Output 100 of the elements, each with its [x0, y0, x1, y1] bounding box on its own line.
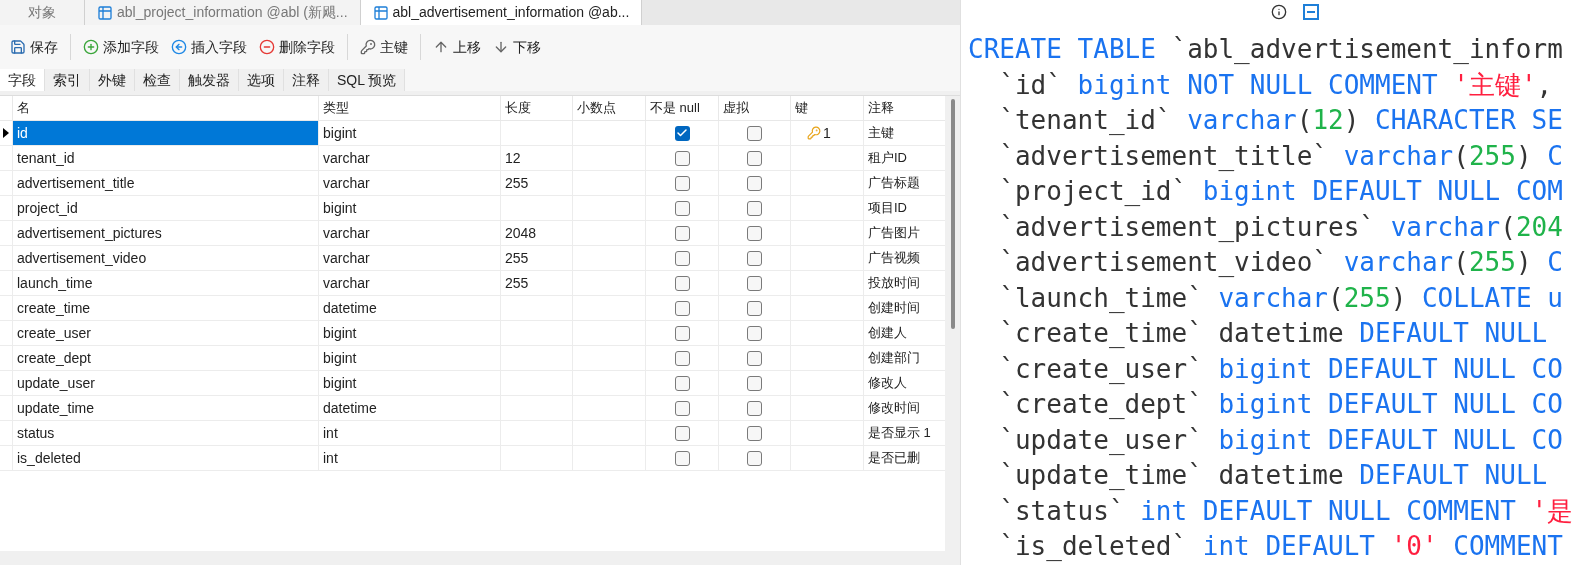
checkbox[interactable] — [747, 225, 762, 241]
column-header[interactable]: 小数点 — [572, 96, 645, 120]
table-cell[interactable]: project_id — [12, 196, 318, 220]
table-cell[interactable]: create_time — [12, 296, 318, 320]
table-cell-text: 12 — [505, 148, 521, 168]
table-cell: 广告图片 — [863, 221, 940, 245]
key-icon — [360, 39, 376, 55]
table-icon — [372, 4, 389, 21]
table-cell: 修改时间 — [863, 396, 940, 420]
table-cell: bigint — [318, 371, 500, 395]
table-cell-text: 255 — [505, 273, 529, 293]
table-cell[interactable]: create_dept — [12, 346, 318, 370]
checkbox[interactable] — [674, 300, 690, 316]
table-cell[interactable]: advertisement_title — [12, 171, 318, 195]
checkbox[interactable] — [747, 325, 762, 341]
checkbox[interactable] — [747, 150, 762, 166]
column-header[interactable]: 不是 null — [645, 96, 718, 120]
table-cell-text: 255 — [505, 248, 529, 268]
checkbox[interactable] — [747, 275, 762, 291]
toolbar-button[interactable]: 上移 — [427, 32, 487, 62]
table-cell[interactable]: is_deleted — [12, 446, 318, 470]
table-cell[interactable]: id — [12, 121, 318, 145]
checkbox[interactable] — [674, 125, 690, 141]
document-tab[interactable]: abl_advertisement_information @ab... — [360, 0, 643, 25]
toolbar-button[interactable]: 主键 — [354, 32, 414, 62]
table-cell: 是否已删 — [863, 446, 940, 470]
checkbox[interactable] — [674, 200, 690, 216]
document-tab[interactable]: abl_project_information @abl (新飓... — [85, 0, 361, 25]
table-cell[interactable]: update_user — [12, 371, 318, 395]
table-cell: 广告标题 — [863, 171, 940, 195]
checkbox[interactable] — [747, 425, 762, 441]
checkbox[interactable] — [747, 125, 762, 141]
checkbox[interactable] — [674, 325, 690, 341]
table-cell[interactable]: advertisement_video — [12, 246, 318, 270]
checkbox[interactable] — [747, 400, 762, 416]
tab[interactable]: 注释 — [284, 69, 329, 91]
checkbox[interactable] — [674, 350, 690, 366]
info-icon[interactable] — [1271, 4, 1287, 20]
table-cell: 修改人 — [863, 371, 940, 395]
document-tab[interactable]: 对象 — [0, 0, 85, 25]
tab[interactable]: 触发器 — [180, 69, 239, 91]
table-cell: datetime — [318, 396, 500, 420]
toolbar-button[interactable]: 插入字段 — [165, 32, 253, 62]
checkbox[interactable] — [747, 450, 762, 466]
column-header[interactable]: 虚拟 — [718, 96, 790, 120]
table-cell: 项目ID — [863, 196, 940, 220]
table-cell[interactable]: advertisement_pictures — [12, 221, 318, 245]
toolbar-button[interactable]: 保存 — [4, 32, 64, 62]
table-cell[interactable]: status — [12, 421, 318, 445]
tab[interactable]: 索引 — [45, 69, 90, 91]
checkbox[interactable] — [747, 300, 762, 316]
checkbox[interactable] — [674, 375, 690, 391]
tab[interactable]: SQL 预览 — [329, 69, 406, 91]
checkbox[interactable] — [674, 275, 690, 291]
table-cell: 是否显示 1 — [863, 421, 940, 445]
table-cell: int — [318, 446, 500, 470]
table-icon — [97, 4, 113, 21]
checkbox[interactable] — [674, 175, 690, 191]
table-cell: 创建时间 — [863, 296, 940, 320]
table-cell: 租户ID — [863, 146, 940, 170]
tab[interactable]: 检查 — [135, 69, 180, 91]
table-cell[interactable]: launch_time — [12, 271, 318, 295]
table-cell[interactable]: tenant_id — [12, 146, 318, 170]
column-header[interactable]: 键 — [790, 96, 863, 120]
column-header[interactable]: 注释 — [863, 96, 940, 120]
table-cell: varchar — [318, 271, 500, 295]
tab[interactable]: 字段 — [0, 69, 45, 91]
column-header[interactable]: 类型 — [318, 96, 500, 120]
checkbox[interactable] — [747, 175, 762, 191]
table-cell: varchar — [318, 146, 500, 170]
checkbox[interactable] — [747, 375, 762, 391]
table-cell[interactable]: update_time — [12, 396, 318, 420]
table-cell: bigint — [318, 121, 500, 145]
column-header[interactable]: 长度 — [500, 96, 572, 120]
checkbox[interactable] — [747, 250, 762, 266]
checkbox[interactable] — [674, 425, 690, 441]
checkbox[interactable] — [674, 450, 690, 466]
table-cell: varchar — [318, 246, 500, 270]
checkbox[interactable] — [747, 200, 762, 216]
table-cell: 创建人 — [863, 321, 940, 345]
checkbox[interactable] — [674, 225, 690, 241]
checkbox[interactable] — [674, 150, 690, 166]
toolbar-button[interactable]: 删除字段 — [253, 32, 341, 62]
tab[interactable]: 外键 — [90, 69, 135, 91]
checkbox[interactable] — [747, 350, 762, 366]
save-icon — [10, 39, 26, 55]
table-cell[interactable]: create_user — [12, 321, 318, 345]
checkbox[interactable] — [674, 250, 690, 266]
arrow-circle-icon — [171, 39, 187, 55]
scrollbar-thumb[interactable] — [950, 99, 955, 329]
column-header[interactable]: 名 — [12, 96, 318, 120]
toolbar-button[interactable]: 添加字段 — [77, 32, 165, 62]
checkbox[interactable] — [674, 400, 690, 416]
ddl-code: CREATE TABLE `abl_advertisement_inform `id` bigint NOT NULL COMMENT '主键', `tenant_id` varchar(12) CHARACTER SE `advertisement_title` varchar(255) C `project_id` bigint DEFAULT NULL COM `advertisement_pictures` varchar(204 `advertisement_video` varchar(255) C `launch_time` varchar(255) COLLATE u `create_time` datetime DEFAULT NULL `create_user` bigint DEFAULT NULL CO `create_dept` bigint DEFAULT NULL CO `update_user` bigint DEFAULT NULL CO `update_time` datetime DEFAULT NULL `status` int DEFAULT NULL COMMENT '是 `is_deleted` int DEFAULT '0' COMMENT — [967, 33, 1575, 563]
tab[interactable]: 选项 — [239, 69, 284, 91]
toolbar-button[interactable]: 下移 — [487, 32, 547, 62]
key-order: 1 — [823, 123, 831, 143]
table-cell: 创建部门 — [863, 346, 940, 370]
ddl-icon[interactable] — [1303, 4, 1319, 20]
table-cell-text: 2048 — [505, 223, 537, 243]
